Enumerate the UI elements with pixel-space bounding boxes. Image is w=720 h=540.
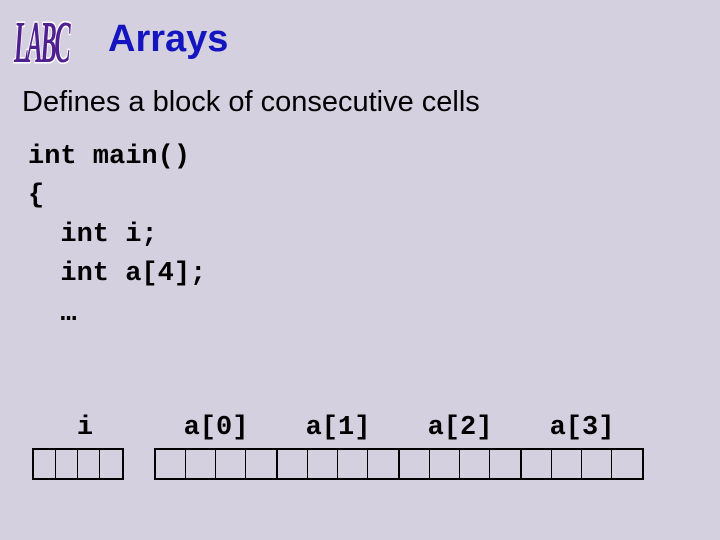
byte-cell [216,450,246,478]
byte-cell [308,450,338,478]
slide-title: Arrays [108,18,228,61]
byte-cell [522,450,552,478]
byte-cell [246,450,276,478]
cell-a1 [278,450,400,478]
label-a0: a[0] [155,413,277,443]
byte-cell [400,450,430,478]
memory-labels: i a[0] a[1] a[2] a[3] [40,413,643,443]
code-block: int main() { int i; int a[4]; … [28,138,206,334]
label-a3: a[3] [521,413,643,443]
byte-cell [56,450,78,478]
label-a1: a[1] [277,413,399,443]
memory-diagram [32,448,644,480]
code-line: … [28,299,77,329]
array-cells [154,448,644,480]
byte-cell [156,450,186,478]
byte-cell [368,450,398,478]
code-line: int main() [28,142,190,172]
byte-cell [78,450,100,478]
code-line: int i; [28,220,158,250]
byte-cell [100,450,122,478]
byte-cell [430,450,460,478]
byte-cell [34,450,56,478]
byte-cell [582,450,612,478]
byte-cell [460,450,490,478]
byte-cell [278,450,308,478]
cell-a2 [400,450,522,478]
gap [124,448,154,480]
cell-a3 [522,450,642,478]
logo: LABC [14,8,68,77]
code-line: int a[4]; [28,259,206,289]
byte-cell [552,450,582,478]
byte-cell [338,450,368,478]
slide-subtitle: Defines a block of consecutive cells [22,86,480,119]
code-line: { [28,181,44,211]
label-a2: a[2] [399,413,521,443]
byte-cell [490,450,520,478]
byte-cell [612,450,642,478]
cell-i [32,448,124,480]
byte-cell [186,450,216,478]
cell-a0 [156,450,278,478]
label-i: i [40,413,130,443]
